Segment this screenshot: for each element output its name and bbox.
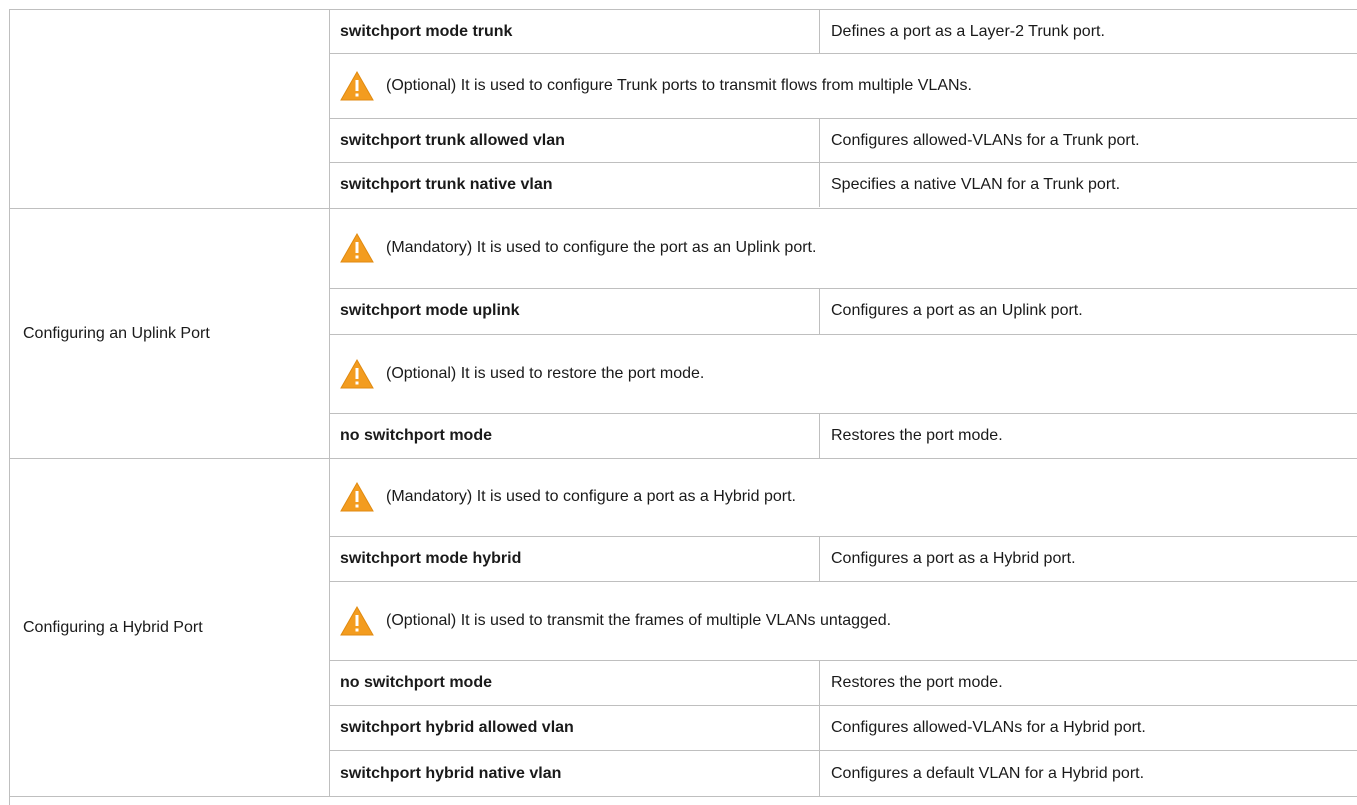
warning-icon (340, 606, 374, 636)
table-row: switchport mode trunk Defines a port as … (330, 10, 1357, 54)
note-row: (Optional) It is used to transmit the fr… (330, 582, 1357, 662)
description-cell: Configures a default VLAN for a Hybrid p… (831, 764, 1145, 782)
table-group-hybrid: Configuring a Hybrid Port (Mandatory) It… (10, 459, 1357, 797)
table-group-trunk: switchport mode trunk Defines a port as … (10, 10, 1357, 209)
table-row: switchport hybrid native vlan Configures… (330, 751, 1357, 797)
command-cell: no switchport mode (330, 414, 820, 459)
table-row: switchport mode uplink Configures a port… (330, 288, 1357, 335)
warning-icon (340, 358, 374, 389)
description-cell: Configures allowed-VLANs for a Hybrid po… (831, 719, 1146, 737)
group-label: Configuring a Hybrid Port (10, 459, 330, 796)
command-cell: switchport mode uplink (330, 288, 820, 334)
table-group-uplink: Configuring an Uplink Port (Mandatory) I… (10, 209, 1357, 459)
command-cell: switchport hybrid native vlan (330, 751, 820, 797)
table-row: no switchport mode Restores the port mod… (330, 414, 1357, 459)
description-cell: Restores the port mode. (831, 427, 1003, 445)
note-row: (Optional) It is used to configure Trunk… (330, 54, 1357, 119)
note-text: (Mandatory) It is used to configure the … (386, 239, 817, 257)
config-table: switchport mode trunk Defines a port as … (9, 9, 1357, 805)
note-text: (Mandatory) It is used to configure a po… (386, 488, 796, 506)
group-rows: switchport mode trunk Defines a port as … (330, 10, 1357, 208)
note-text: (Optional) It is used to configure Trunk… (386, 77, 972, 94)
description-cell: Configures a port as a Hybrid port. (831, 549, 1076, 567)
warning-icon (340, 482, 374, 512)
command-cell: switchport mode hybrid (330, 536, 820, 581)
command-cell: no switchport mode (330, 661, 820, 706)
note-row: (Mandatory) It is used to configure a po… (330, 459, 1357, 537)
group-rows: (Mandatory) It is used to configure a po… (330, 459, 1357, 797)
table-row: switchport trunk allowed vlan Configures… (330, 119, 1357, 163)
description-cell: Configures a port as an Uplink port. (831, 302, 1083, 320)
table-row: no switchport mode Restores the port mod… (330, 661, 1357, 707)
command-cell: switchport mode trunk (330, 10, 820, 53)
note-text: (Optional) It is used to transmit the fr… (386, 612, 892, 630)
warning-icon (340, 233, 374, 263)
group-label (10, 10, 330, 208)
command-cell: switchport trunk allowed vlan (330, 119, 820, 162)
command-cell: switchport hybrid allowed vlan (330, 706, 820, 751)
table-row: switchport hybrid allowed vlan Configure… (330, 706, 1357, 752)
description-cell: Configures allowed-VLANs for a Trunk por… (831, 131, 1140, 149)
command-cell: switchport trunk native vlan (330, 163, 820, 207)
table-row: switchport mode hybrid Configures a port… (330, 536, 1357, 582)
note-row: (Mandatory) It is used to configure the … (330, 209, 1357, 289)
group-rows: (Mandatory) It is used to configure the … (330, 209, 1357, 459)
table-row: switchport trunk native vlan Specifies a… (330, 163, 1357, 207)
group-label: Configuring an Uplink Port (10, 209, 330, 458)
warning-icon (340, 71, 374, 101)
description-cell: Defines a port as a Layer-2 Trunk port. (831, 22, 1105, 40)
note-text: (Optional) It is used to restore the por… (386, 364, 705, 382)
description-cell: Restores the port mode. (831, 674, 1003, 692)
note-row: (Optional) It is used to restore the por… (330, 335, 1357, 415)
description-cell: Specifies a native VLAN for a Trunk port… (831, 176, 1121, 193)
